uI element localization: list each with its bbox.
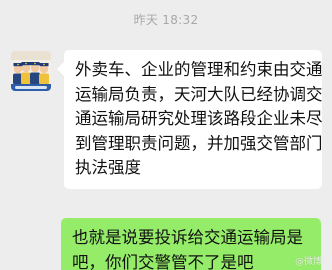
contact-avatar[interactable]: [11, 51, 51, 91]
message-line: 外卖车、企业的管理和约束由交通: [75, 60, 323, 79]
avatar-image: [11, 51, 51, 91]
message-line: 通运输局研究处理该路段企业未尽: [75, 109, 323, 128]
message-line: 执法强度: [75, 158, 141, 177]
message-line: 也就是说要投诉给交通运输局是: [72, 228, 303, 247]
message-line: 运输局负责，天河大队已经协调交: [75, 84, 323, 104]
message-line: 到管理职责问题，并加强交管部门: [75, 133, 323, 153]
message-line: 吧，你们交警管不了是吧: [72, 252, 254, 270]
chat-timestamp: 昨天 18:32: [133, 13, 199, 27]
outgoing-message-bubble[interactable]: 也就是说要投诉给交通运输局是 吧，你们交警管不了是吧: [61, 218, 321, 270]
incoming-message-bubble[interactable]: 外卖车、企业的管理和约束由交通 运输局负责，天河大队已经协调交 通运输局研究处理…: [64, 50, 323, 189]
watermark: @微博: [294, 257, 322, 267]
